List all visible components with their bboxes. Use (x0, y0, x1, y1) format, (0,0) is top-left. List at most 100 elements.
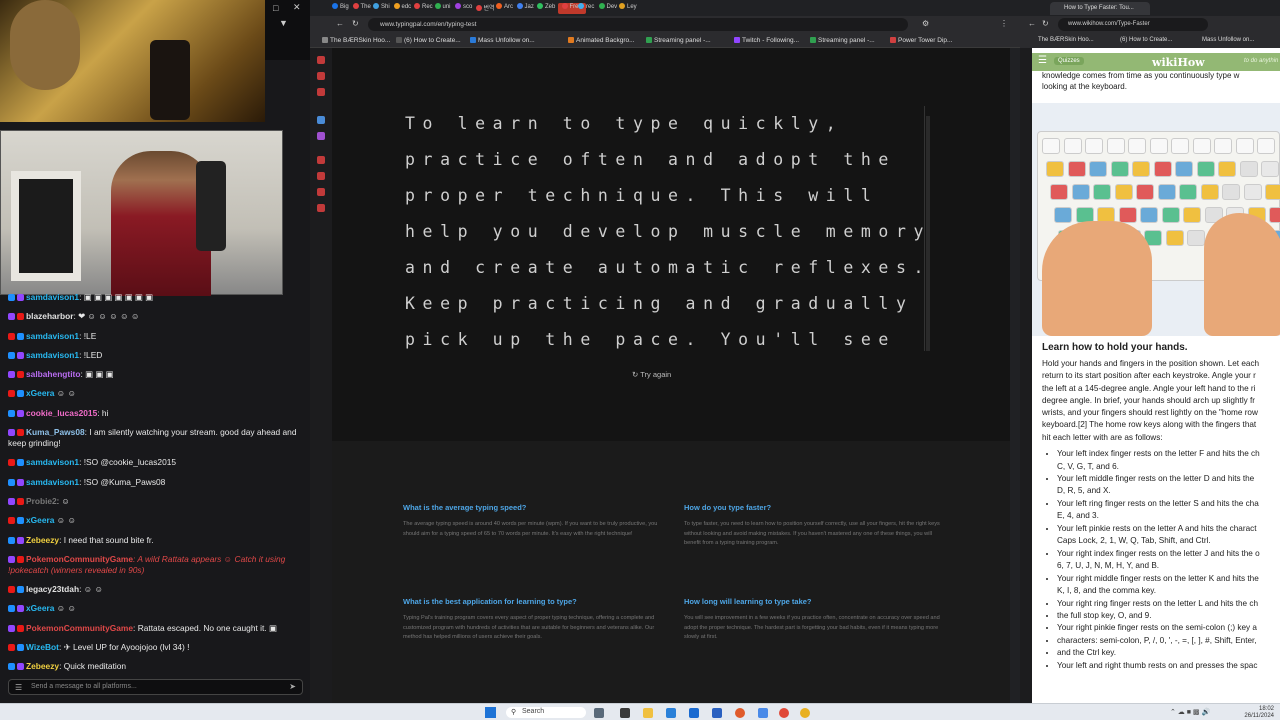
back-icon[interactable]: ← (336, 19, 344, 28)
browser-tab[interactable]: Rec (414, 3, 433, 14)
chat-username[interactable]: legacy23tdah (26, 584, 79, 594)
faq-question[interactable]: How long will learning to type take? (684, 597, 946, 606)
browser-tab[interactable]: The (352, 3, 371, 14)
sidebar-icon[interactable] (317, 72, 325, 80)
text-scrollbar[interactable] (924, 106, 932, 351)
bookmark-item[interactable]: (6) How to Create... (396, 37, 461, 44)
address-bar[interactable]: www.wikihow.com/Type-Faster (1058, 18, 1208, 31)
bookmark-item[interactable]: The BÆRSkin Hoo... (322, 37, 390, 44)
browser-tab[interactable]: edc (393, 3, 411, 14)
chat-username[interactable]: blazeharbor (26, 311, 73, 321)
chat-username[interactable]: Zebeezy (26, 535, 59, 545)
chat-username[interactable]: WizeBot (26, 642, 59, 652)
bookmark-item[interactable]: (6) How to Create... (1120, 37, 1172, 43)
sidebar-icon[interactable] (317, 172, 325, 180)
task-view-icon[interactable] (594, 708, 604, 718)
faq-question[interactable]: What is the average typing speed? (403, 503, 665, 512)
sidebar-icon[interactable] (317, 204, 325, 212)
chrome-icon[interactable] (800, 708, 810, 718)
chat-username[interactable]: Zebeezy (26, 661, 59, 671)
faq-question[interactable]: How do you type faster? (684, 503, 946, 512)
browser-tab[interactable]: Dev (598, 3, 618, 14)
browser-tab[interactable]: 번역 (475, 3, 495, 14)
sidebar-icon[interactable] (317, 188, 325, 196)
system-tray[interactable]: ⌃ ☁ ■ ▩ 🔊 (1170, 708, 1210, 716)
bookmark-item[interactable]: Power Tower Dip... (890, 37, 952, 44)
typing-text[interactable]: To learn to type quickly, practice often… (405, 106, 933, 358)
taskbar-search[interactable]: ⚲ Search (506, 707, 586, 718)
browser-tab[interactable]: Zeb (537, 3, 555, 14)
sidebar-icon[interactable] (317, 88, 325, 96)
restore-icon[interactable]: □ (273, 3, 278, 13)
chat-username[interactable]: salbahengtito (26, 369, 80, 379)
pin-icon[interactable]: ▼ (279, 18, 288, 28)
wikihow-logo[interactable]: wikiHow (1152, 56, 1205, 69)
finger-placement-item: C, V, G, T, and 6. (1057, 461, 1119, 471)
windows-start-icon[interactable] (485, 707, 496, 718)
browser-tab[interactable]: Arc (496, 3, 513, 14)
browser-tab[interactable]: uni (434, 3, 451, 14)
address-bar[interactable]: www.typingpal.com/en/typing-test (368, 18, 908, 31)
browser-tab[interactable]: sco (455, 3, 472, 14)
tab-active[interactable]: How to Type Faster: Tou... (1050, 2, 1150, 15)
bookmark-item[interactable]: Animated Backgro... (568, 37, 635, 44)
platform-badge-icon (8, 663, 15, 671)
chat-username[interactable]: PokemonCommunityGame (26, 623, 133, 633)
reload-icon[interactable]: ↻ (1042, 19, 1049, 28)
app-icon[interactable] (779, 708, 789, 718)
sidebar-icon[interactable] (317, 132, 325, 140)
reload-icon[interactable]: ↻ (352, 19, 359, 28)
keyboard-key (1235, 138, 1254, 154)
chat-username[interactable]: cookie_lucas2015 (26, 408, 97, 418)
bookmark-item[interactable]: Mass Unfollow on... (470, 37, 535, 44)
chat-username[interactable]: PokemonCommunityGame (26, 554, 133, 564)
browser-tab[interactable]: rec (578, 3, 594, 14)
chat-username[interactable]: Kuma_Paws08 (26, 427, 85, 437)
chat-username[interactable]: Probie2 (26, 496, 57, 506)
outlook-icon[interactable] (712, 708, 722, 718)
try-again-button[interactable]: ↻ Try again (632, 370, 671, 379)
chat-username[interactable]: samdavison1 (26, 350, 79, 360)
chat-username[interactable]: samdavison1 (26, 292, 79, 302)
bookmark-item[interactable]: Streaming panel -... (646, 37, 711, 44)
extensions-icon[interactable]: ⚙ (922, 19, 929, 28)
bookmark-item[interactable]: The BÆRSkin Hoo... (1038, 37, 1094, 43)
sidebar-icon[interactable] (317, 116, 325, 124)
chat-username[interactable]: samdavison1 (26, 457, 79, 467)
clock[interactable]: 18:02 26/11/2024 (1244, 706, 1274, 720)
browser-tab[interactable]: Jaz (516, 3, 534, 14)
sidebar-icon[interactable] (317, 56, 325, 64)
chat-text: : I need that sound bite fr. (59, 534, 154, 545)
back-icon[interactable]: ← (1028, 19, 1036, 28)
chat-username[interactable]: samdavison1 (26, 331, 79, 341)
chat-input[interactable]: ☰ Send a message to all platforms... ➤ (8, 679, 303, 695)
menu-icon[interactable]: ☰ (15, 683, 22, 692)
bookmark-item[interactable]: Streaming panel -... (810, 37, 875, 44)
close-icon[interactable]: ✕ (293, 2, 301, 13)
bookmark-item[interactable]: Mass Unfollow on... (1202, 37, 1254, 43)
bookmark-item[interactable]: Twitch - Following... (734, 37, 799, 44)
chat-username[interactable]: xGeera (26, 515, 54, 525)
browser-tab[interactable]: Big (332, 3, 349, 14)
chat-username[interactable]: samdavison1 (26, 477, 79, 487)
browser-tab[interactable]: Shi (373, 3, 390, 14)
tab-label: Dev (606, 4, 618, 10)
store-icon[interactable] (689, 708, 699, 718)
file-explorer-icon[interactable] (643, 708, 653, 718)
browser-tab[interactable]: Ley (619, 3, 637, 14)
faq-question[interactable]: What is the best application for learnin… (403, 597, 665, 606)
quizzes-button[interactable]: Quizzes (1054, 57, 1084, 65)
send-icon[interactable]: ➤ (289, 682, 296, 691)
typing-test-area[interactable]: To learn to type quickly, practice often… (332, 48, 1010, 441)
hamburger-icon[interactable]: ☰ (1038, 55, 1047, 66)
edge-icon[interactable] (666, 708, 676, 718)
bookmark-icon (810, 37, 816, 43)
sidebar-icon[interactable] (317, 156, 325, 164)
app-icon[interactable] (620, 708, 630, 718)
chat-username[interactable]: xGeera (26, 603, 54, 613)
app-icon[interactable] (758, 708, 768, 718)
menu-icon[interactable]: ⋮ (1000, 19, 1008, 28)
chat-username[interactable]: xGeera (26, 388, 54, 398)
app-icon[interactable] (735, 708, 745, 718)
platform-badge-icon (17, 390, 24, 398)
